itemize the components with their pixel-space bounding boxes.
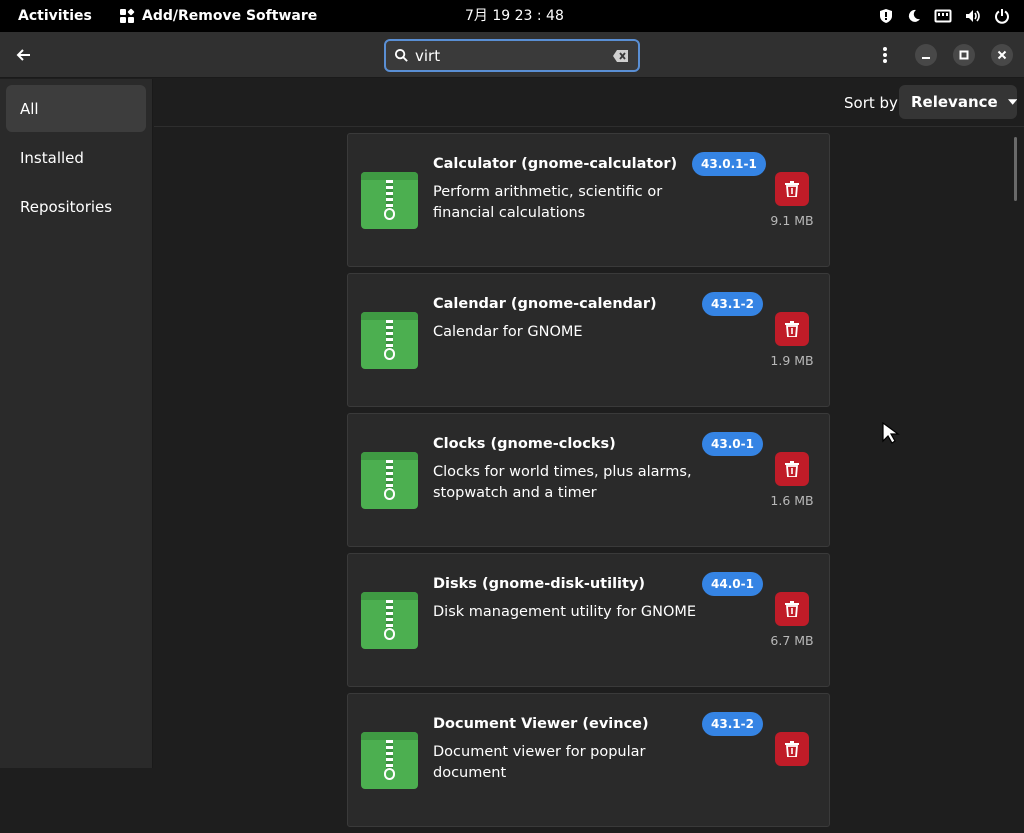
- package-list-area: Sort by Relevance Calculator (gnome-calc…: [154, 79, 1024, 827]
- package-name: Document Viewer (evince): [433, 716, 649, 732]
- package-description: Calendar for GNOME: [433, 324, 583, 340]
- package-list: Calculator (gnome-calculator) Perform ar…: [347, 133, 830, 833]
- package-icon: [361, 172, 418, 229]
- top-bar: Activities Add/Remove Software 7月 19 23 …: [0, 0, 1024, 32]
- sort-label: Sort by: [844, 94, 898, 112]
- night-light-icon: [908, 9, 920, 22]
- version-badge: 43.0-1: [702, 432, 763, 456]
- close-button[interactable]: [991, 44, 1013, 66]
- trash-icon: [785, 321, 799, 337]
- more-vertical-icon: [883, 47, 887, 63]
- minimize-icon: [922, 57, 930, 59]
- arrow-left-icon: [16, 49, 30, 61]
- package-icon: [361, 312, 418, 369]
- header-bar: [0, 32, 1024, 78]
- sort-dropdown[interactable]: Relevance: [899, 85, 1017, 119]
- scrollbar[interactable]: [1014, 137, 1018, 201]
- package-size: 6.7 MB: [770, 633, 814, 648]
- maximize-icon: [959, 50, 969, 60]
- package-name: Calendar (gnome-calendar): [433, 296, 657, 312]
- package-row[interactable]: Clocks (gnome-clocks) Clocks for world t…: [347, 413, 830, 547]
- search-entry[interactable]: [384, 39, 640, 72]
- trash-icon: [785, 181, 799, 197]
- clock[interactable]: 7月 19 23 : 48: [465, 0, 564, 32]
- package-description: Clocks for world times, plus alarms, sto…: [433, 464, 692, 501]
- sidebar: All Installed Repositories: [0, 79, 153, 768]
- package-row[interactable]: Document Viewer (evince) Document viewer…: [347, 693, 830, 827]
- close-icon: [997, 50, 1007, 60]
- sidebar-item-all[interactable]: All: [6, 85, 146, 132]
- version-badge: 44.0-1: [702, 572, 763, 596]
- trash-icon: [785, 461, 799, 477]
- remove-button[interactable]: [775, 592, 809, 626]
- power-icon: [995, 9, 1009, 24]
- package-name: Disks (gnome-disk-utility): [433, 576, 646, 592]
- version-badge: 43.1-2: [702, 292, 763, 316]
- mouse-cursor-icon: [882, 421, 900, 444]
- search-icon: [394, 48, 408, 62]
- package-description: Document viewer for popular document: [433, 744, 646, 781]
- maximize-button[interactable]: [953, 44, 975, 66]
- trash-icon: [785, 741, 799, 757]
- scrollbar-thumb[interactable]: [1014, 137, 1017, 201]
- package-size: 1.9 MB: [770, 353, 814, 368]
- package-row[interactable]: Disks (gnome-disk-utility) Disk manageme…: [347, 553, 830, 687]
- trash-icon: [785, 601, 799, 617]
- package-description: Disk management utility for GNOME: [433, 604, 697, 620]
- package-size: 1.6 MB: [770, 493, 814, 508]
- package-name: Calculator (gnome-calculator): [433, 156, 678, 172]
- package-icon: [361, 452, 418, 509]
- back-button[interactable]: [8, 39, 40, 71]
- version-badge: 43.1-2: [702, 712, 763, 736]
- main-menu-button[interactable]: [870, 40, 900, 70]
- sidebar-item-label: Installed: [20, 148, 84, 167]
- remove-button[interactable]: [775, 172, 809, 206]
- activities-button[interactable]: Activities: [18, 0, 92, 32]
- remove-button[interactable]: [775, 312, 809, 346]
- remove-button[interactable]: [775, 452, 809, 486]
- chevron-down-icon: [1007, 99, 1017, 105]
- package-row[interactable]: Calculator (gnome-calculator) Perform ar…: [347, 133, 830, 267]
- sidebar-item-label: Repositories: [20, 197, 113, 216]
- package-icon: [361, 592, 418, 649]
- minimize-button[interactable]: [915, 44, 937, 66]
- version-badge: 43.0.1-1: [692, 152, 766, 176]
- system-tray[interactable]: [878, 0, 1010, 32]
- clear-icon[interactable]: [612, 49, 630, 63]
- app-grid-icon: [120, 8, 135, 23]
- sort-bar: Sort by Relevance: [154, 79, 1024, 127]
- package-description: Perform arithmetic, scientific or financ…: [433, 184, 663, 221]
- search-input[interactable]: [415, 46, 612, 65]
- sidebar-item-repositories[interactable]: Repositories: [6, 183, 146, 230]
- package-row[interactable]: Calendar (gnome-calendar) Calendar for G…: [347, 273, 830, 407]
- shield-icon: [880, 9, 892, 23]
- package-size: 9.1 MB: [770, 213, 814, 228]
- sort-value: Relevance: [911, 93, 998, 111]
- app-menu[interactable]: Add/Remove Software: [120, 0, 317, 32]
- network-icon: [934, 9, 952, 23]
- sidebar-item-installed[interactable]: Installed: [6, 134, 146, 181]
- package-name: Clocks (gnome-clocks): [433, 436, 616, 452]
- sidebar-item-label: All: [20, 99, 39, 118]
- remove-button[interactable]: [775, 732, 809, 766]
- volume-icon: [966, 10, 980, 22]
- package-icon: [361, 732, 418, 789]
- app-menu-label: Add/Remove Software: [142, 8, 318, 24]
